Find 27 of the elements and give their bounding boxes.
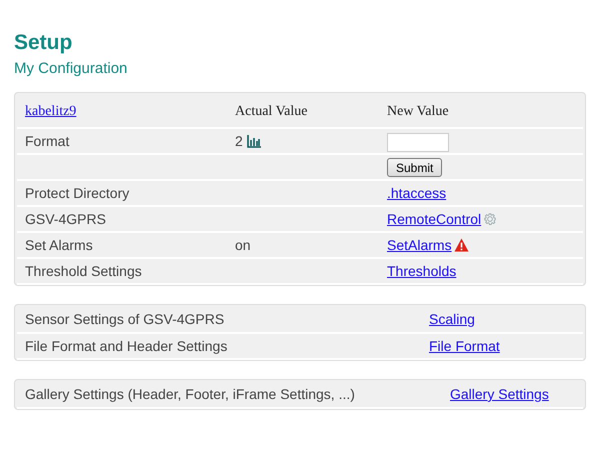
setting-label: Sensor Settings of GSV-4GPRS [25, 311, 224, 327]
page-subtitle: My Configuration [14, 60, 128, 79]
link[interactable]: Scaling [429, 311, 475, 327]
link[interactable]: Gallery Settings [450, 386, 549, 402]
setting-label: Threshold Settings [25, 262, 142, 278]
link[interactable]: RemoteControl [387, 208, 482, 230]
actual-value: on [235, 236, 251, 252]
submit-button[interactable]: Submit [387, 158, 442, 177]
device-link[interactable]: kabelitz9 [25, 104, 76, 119]
setting-label: Format [25, 132, 70, 148]
setting-label: GSV-4GPRS [25, 210, 106, 226]
setting-label: Gallery Settings (Header, Footer, iFrame Settings, ...) [25, 386, 355, 402]
column-header: Actual Value [235, 104, 308, 119]
actual-value: 2 [235, 132, 243, 150]
page-title: Setup [14, 30, 74, 56]
value-input-field[interactable] [387, 133, 449, 152]
bar-chart-icon [246, 134, 261, 148]
warning-icon [454, 238, 469, 252]
setting-label: File Format and Header Settings [25, 338, 228, 354]
gear-icon [483, 212, 498, 226]
setting-label: Protect Directory [25, 184, 130, 200]
column-header: New Value [387, 104, 449, 119]
link[interactable]: File Format [429, 338, 500, 354]
link[interactable]: .htaccess [387, 184, 446, 200]
setting-label: Set Alarms [25, 236, 93, 252]
link[interactable]: SetAlarms [387, 234, 452, 256]
link[interactable]: Thresholds [387, 262, 456, 278]
